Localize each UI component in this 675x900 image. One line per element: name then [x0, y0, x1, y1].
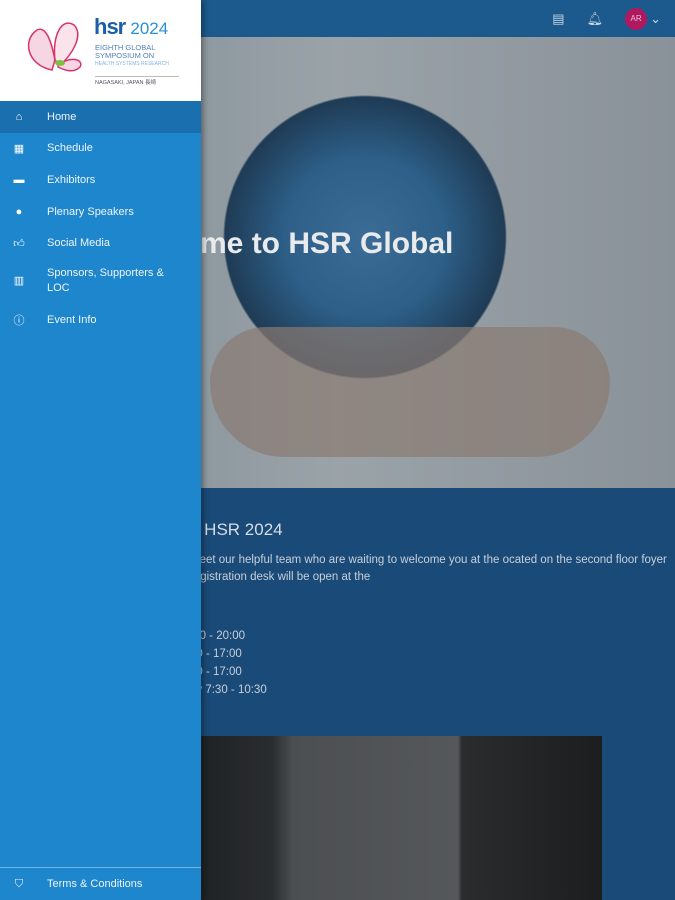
building-icon: ▥ — [13, 274, 25, 287]
nav-item-event-info[interactable]: ⓘ Event Info — [0, 304, 201, 336]
hours-line: 30 - 17:00 — [190, 648, 242, 660]
chat-icon[interactable]: ▤ — [552, 11, 564, 27]
event-photo — [190, 736, 602, 900]
exhibitor-icon: ▬ — [13, 173, 25, 186]
hours-line: 30 - 17:00 — [190, 666, 242, 678]
welcome-paragraph: meet our helpful team who are waiting to… — [190, 554, 667, 583]
hours-line: :00 - 20:00 — [190, 630, 245, 642]
home-icon: ⌂ — [15, 110, 23, 123]
hands-image — [210, 327, 610, 457]
account-menu[interactable]: AR ⌄ — [625, 7, 661, 30]
hours-line: ay 7:30 - 10:30 — [190, 684, 267, 696]
nav-item-exhibitors[interactable]: ▬ Exhibitors — [0, 164, 201, 196]
cherry-blossom-logo-icon — [27, 22, 82, 72]
info-icon: ⓘ — [13, 314, 25, 327]
nav-item-home[interactable]: ⌂ Home — [0, 101, 201, 133]
nav-label: Event Info — [47, 313, 97, 326]
logo-line: HEALTH SYSTEMS RESEARCH — [95, 61, 169, 67]
nav-label: Schedule — [47, 142, 93, 155]
nav-item-terms[interactable]: ⛉ Terms & Conditions — [0, 867, 201, 900]
hsr-logo[interactable]: hsr 2024 EIGHTH GLOBAL SYMPOSIUM ON HEAL… — [0, 0, 201, 101]
welcome-title: o HSR 2024 — [190, 520, 283, 539]
nav-label: Exhibitors — [47, 173, 96, 186]
chevron-down-icon[interactable]: ⌄ — [650, 11, 661, 27]
nav-drawer: hsr 2024 EIGHTH GLOBAL SYMPOSIUM ON HEAL… — [0, 0, 201, 900]
nav-item-schedule[interactable]: ▦ Schedule — [0, 133, 201, 165]
nav-label: Plenary Speakers — [47, 205, 134, 218]
logo-title: hsr 2024 — [94, 14, 169, 39]
logo-line: SYMPOSIUM ON — [95, 51, 155, 60]
thumbs-up-icon: 👍︎ — [13, 237, 25, 250]
logo-line: NAGASAKI, JAPAN 長崎 — [95, 76, 179, 87]
nav-label: Terms & Conditions — [47, 878, 143, 890]
hero-title: me to HSR Global — [200, 227, 454, 260]
nav-item-plenary-speakers[interactable]: ● Plenary Speakers — [0, 196, 201, 228]
bell-icon[interactable]: 🔔︎ — [587, 11, 604, 27]
calendar-icon: ▦ — [13, 142, 25, 155]
opening-hours: :00 - 20:00 30 - 17:00 30 - 17:00 ay 7:3… — [190, 627, 267, 699]
nav-item-social-media[interactable]: 👍︎ Social Media — [0, 227, 201, 259]
shield-icon: ⛉ — [14, 877, 24, 890]
avatar[interactable]: AR — [625, 7, 648, 30]
nav-label: Home — [47, 110, 77, 123]
nav-item-sponsors[interactable]: ▥ Sponsors, Supporters & LOC — [0, 259, 201, 304]
nav-label: Sponsors, Supporters & LOC — [47, 267, 164, 295]
person-icon: ● — [15, 205, 23, 218]
nav-label: Social Media — [47, 237, 110, 250]
